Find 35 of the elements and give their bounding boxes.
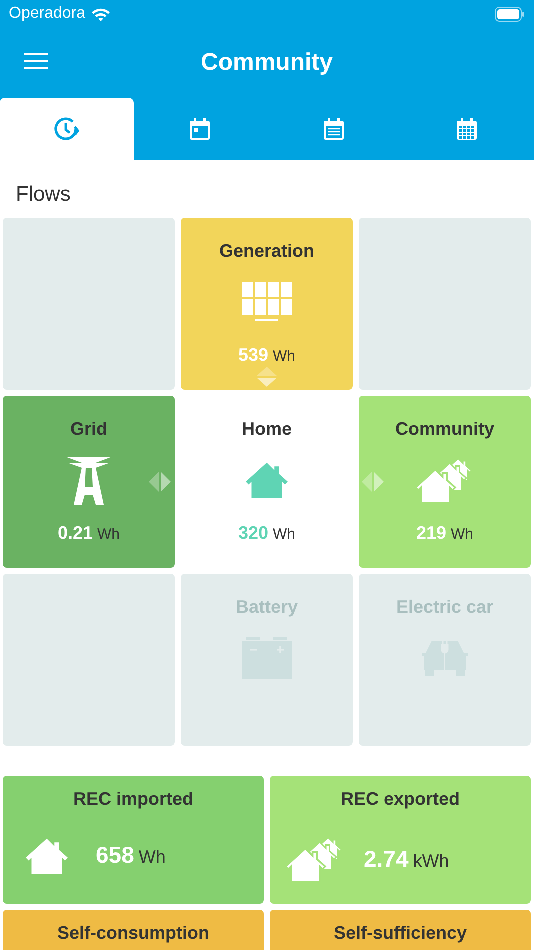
- battery-status-icon: [495, 6, 525, 22]
- tile-title: Community: [396, 418, 494, 440]
- flow-arrow-icon: [256, 367, 278, 387]
- house-icon: [244, 460, 290, 500]
- calendar-list-icon: [322, 117, 346, 141]
- flow-arrow-icon: [362, 472, 384, 492]
- menu-icon: [24, 52, 48, 70]
- house-icon: [24, 836, 70, 876]
- clock-icon: [54, 116, 80, 142]
- tile-title: Generation: [219, 240, 315, 262]
- solar-panel-icon: [242, 282, 292, 322]
- card-title: Self-consumption: [58, 922, 210, 944]
- screen-title: Community: [201, 48, 333, 78]
- power-pylon-icon: [66, 455, 112, 505]
- wifi-icon: [90, 6, 110, 22]
- tile-reading: 320 Wh: [238, 522, 296, 545]
- menu-button[interactable]: [24, 52, 48, 70]
- carrier-name: Operadora: [9, 4, 86, 24]
- calendar-grid-icon: [455, 117, 480, 141]
- tile-title: Battery: [236, 596, 298, 618]
- calendar-day-icon: [188, 117, 212, 141]
- card-title: Self-sufficiency: [334, 922, 468, 944]
- tile-reading: 219 Wh: [416, 522, 474, 545]
- card-reading: 658 Wh: [96, 841, 166, 870]
- section-title: Flows: [15, 182, 72, 208]
- tile-title: Electric car: [396, 596, 494, 618]
- tile-title: Grid: [70, 418, 108, 440]
- card-title: REC exported: [340, 788, 460, 810]
- tile-reading: 0.21 Wh: [58, 522, 120, 545]
- tile-title: Home: [242, 418, 292, 440]
- tab[interactable]: [0, 98, 134, 160]
- card-reading: 2.74 kWh: [364, 844, 450, 874]
- flow-arrow-icon: [149, 472, 171, 492]
- tile-reading: 539 Wh: [238, 344, 296, 367]
- card-title: REC imported: [73, 788, 194, 810]
